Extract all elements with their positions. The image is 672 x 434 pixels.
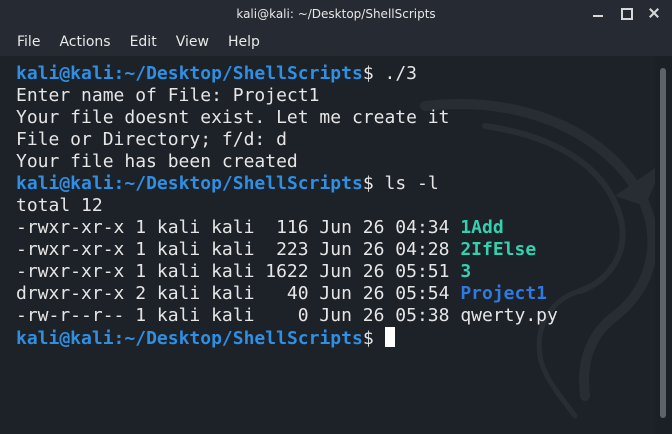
output-text: File or Directory; f/d: d <box>16 129 287 150</box>
ls-filename: 3 <box>460 261 472 282</box>
ls-filename: qwerty.py <box>460 305 558 326</box>
prompt-separator: : <box>113 173 125 194</box>
output-text: Enter name of File: Project1 <box>16 85 320 106</box>
prompt-path: ~/Desktop/ShellScripts <box>124 328 363 349</box>
prompt-separator: : <box>113 63 125 84</box>
scrollbar-thumb[interactable] <box>660 68 666 418</box>
ls-meta: drwxr-xr-x 2 kali kali 40 Jun 26 05:54 <box>16 283 461 304</box>
menu-help[interactable]: Help <box>220 34 268 50</box>
close-icon[interactable] <box>646 5 662 21</box>
title-bar[interactable]: kali@kali: ~/Desktop/ShellScripts <box>0 0 672 28</box>
terminal-window: kali@kali: ~/Desktop/ShellScripts File A… <box>0 0 672 434</box>
ls-entry: -rw-r--r-- 1 kali kali 0 Jun 26 05:38 qw… <box>16 305 558 327</box>
prompt-path: ~/Desktop/ShellScripts <box>124 63 363 84</box>
minimize-icon[interactable] <box>590 5 606 21</box>
output-text: Your file doesnt exist. Let me create it <box>16 107 450 128</box>
text-cursor <box>384 327 395 347</box>
command-text: ./3 <box>373 63 418 84</box>
prompt-user: kali@kali <box>16 63 114 84</box>
output-text: total 12 <box>16 195 103 216</box>
scrollbar[interactable] <box>655 56 672 434</box>
command-text <box>374 328 385 349</box>
ls-filename: Project1 <box>460 283 548 304</box>
output-line: Your file doesnt exist. Let me create it <box>16 107 558 129</box>
prompt-line: kali@kali:~/Desktop/ShellScripts$ ls -l <box>16 173 558 195</box>
output-text: Your file has been created <box>16 151 298 172</box>
prompt-line: kali@kali:~/Desktop/ShellScripts$ ./3 <box>16 63 558 85</box>
menu-edit[interactable]: Edit <box>122 34 165 50</box>
prompt-separator: : <box>113 328 125 349</box>
prompt-user: kali@kali <box>16 328 114 349</box>
menu-view[interactable]: View <box>168 34 217 50</box>
ls-meta: -rwxr-xr-x 1 kali kali 116 Jun 26 04:34 <box>16 217 461 238</box>
prompt-symbol: $ <box>362 328 374 349</box>
ls-entry: drwxr-xr-x 2 kali kali 40 Jun 26 05:54 P… <box>16 283 558 305</box>
menu-file[interactable]: File <box>9 34 48 50</box>
prompt-path: ~/Desktop/ShellScripts <box>124 173 363 194</box>
ls-meta: -rwxr-xr-x 1 kali kali 1622 Jun 26 05:51 <box>16 261 461 282</box>
ls-entry: -rwxr-xr-x 1 kali kali 116 Jun 26 04:34 … <box>16 217 558 239</box>
ls-meta: -rwxr-xr-x 1 kali kali 223 Jun 26 04:28 <box>16 239 461 260</box>
menu-bar: File Actions Edit View Help <box>0 28 672 56</box>
prompt-symbol: $ <box>362 63 374 84</box>
ls-filename: 1Add <box>460 217 504 238</box>
ls-entry: -rwxr-xr-x 1 kali kali 1622 Jun 26 05:51… <box>16 261 558 283</box>
output-line: total 12 <box>16 195 558 217</box>
window-title: kali@kali: ~/Desktop/ShellScripts <box>236 7 436 21</box>
prompt-line: kali@kali:~/Desktop/ShellScripts$ <box>16 327 558 349</box>
maximize-icon[interactable] <box>618 5 634 21</box>
menu-actions[interactable]: Actions <box>51 34 118 50</box>
window-controls <box>590 5 662 21</box>
output-line: Your file has been created <box>16 151 558 173</box>
ls-meta: -rw-r--r-- 1 kali kali 0 Jun 26 05:38 <box>16 305 461 326</box>
prompt-symbol: $ <box>362 173 374 194</box>
terminal-output[interactable]: kali@kali:~/Desktop/ShellScripts$ ./3 Ent… <box>0 56 655 434</box>
output-line: Enter name of File: Project1 <box>16 85 558 107</box>
terminal-lines: kali@kali:~/Desktop/ShellScripts$ ./3 Ent… <box>16 63 558 349</box>
prompt-user: kali@kali <box>16 173 114 194</box>
command-text: ls -l <box>373 173 439 194</box>
output-line: File or Directory; f/d: d <box>16 129 558 151</box>
ls-entry: -rwxr-xr-x 1 kali kali 223 Jun 26 04:28 … <box>16 239 558 261</box>
ls-filename: 2IfElse <box>460 239 537 260</box>
